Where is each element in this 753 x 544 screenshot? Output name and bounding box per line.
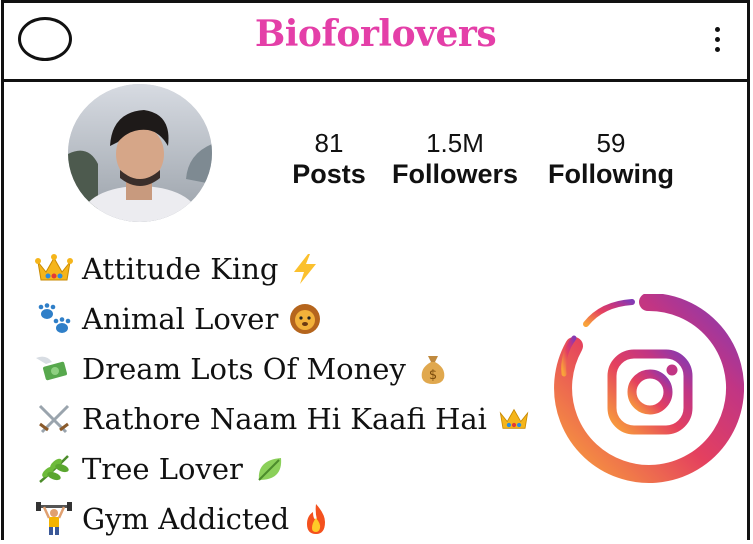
svg-text:$: $ [429,368,437,383]
bio-line: Attitude King [34,244,531,294]
avatar[interactable] [68,84,212,222]
bio-list: Attitude King Animal Lover Dream Lots Of… [34,244,531,544]
crossed-swords-icon [34,402,74,436]
posts-label: Posts [292,159,366,189]
stat-followers[interactable]: 1.5M Followers [388,128,522,190]
stat-posts[interactable]: 81 Posts [290,128,368,190]
brand-title: Bioforlovers [254,13,497,55]
fire-icon [299,502,333,536]
following-label: Following [548,159,674,189]
bio-line: Gym Addicted [34,494,531,544]
bio-text: Attitude King [82,252,279,286]
header-bar: Bioforlovers [4,3,747,82]
stat-following[interactable]: 59 Following [544,128,678,190]
paw-prints-icon [34,302,74,336]
weight-lifter-icon [34,502,74,536]
crown-icon [497,402,531,436]
bio-line: Rathore Naam Hi Kaafi Hai [34,394,531,444]
bio-line: Dream Lots Of Money $ [34,344,531,394]
bio-text: Tree Lover [82,452,243,486]
money-bag-icon: $ [416,352,450,386]
bio-line: Animal Lover [34,294,531,344]
bio-text: Dream Lots Of Money [82,352,406,386]
leaf-icon [253,452,287,486]
instagram-logo-icon [552,292,745,484]
kebab-menu-icon[interactable] [713,27,721,57]
bio-line: Tree Lover [34,444,531,494]
lion-icon [288,302,322,336]
bio-text: Gym Addicted [82,502,290,536]
posts-count: 81 [314,128,344,158]
followers-label: Followers [391,159,519,189]
followers-count: 1.5M [426,128,484,158]
following-count: 59 [596,128,626,158]
crown-icon [34,252,74,286]
herb-icon [34,452,74,486]
bio-text: Rathore Naam Hi Kaafi Hai [82,402,487,436]
money-with-wings-icon [34,352,74,386]
bio-text: Animal Lover [82,302,279,336]
lightning-icon [288,252,322,286]
